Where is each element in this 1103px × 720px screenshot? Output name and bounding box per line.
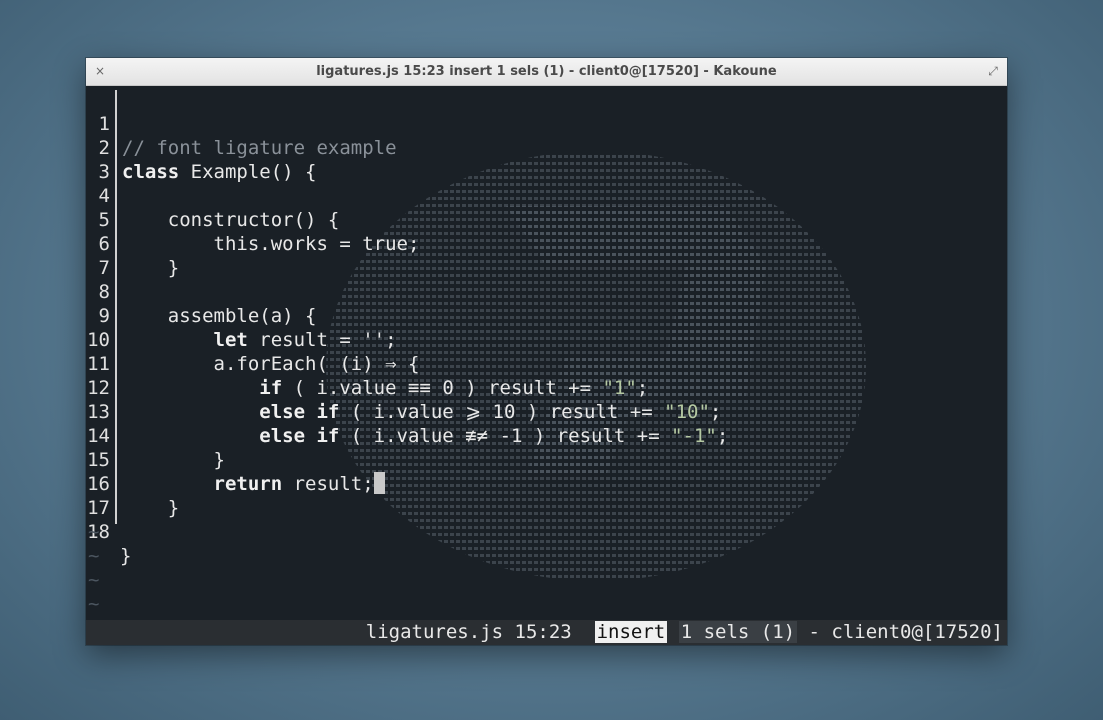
kakoune-window: × ligatures.js 15:23 insert 1 sels (1) -… xyxy=(86,58,1007,645)
code-text: a.forEach( (i) ⇒ { xyxy=(122,353,420,375)
maximize-icon[interactable]: ⤢ xyxy=(985,63,1001,79)
code-text: ; xyxy=(716,425,729,447)
code-text: ; xyxy=(636,377,649,399)
code-text: ( i.value ≡≡ 0 ) result += xyxy=(282,377,603,399)
code-keyword: else if xyxy=(259,401,340,423)
code-text: Example() { xyxy=(179,161,317,183)
editor-buffer[interactable]: 1 // font ligature example 2 class Examp… xyxy=(86,86,1007,620)
code-text: ; xyxy=(709,401,722,423)
empty-line-marker: ~ xyxy=(88,593,100,615)
code-line: 3 xyxy=(86,136,155,183)
code-line: 10 a.forEach( (i) ⇒ { xyxy=(86,304,419,375)
code-text: this.works = true; xyxy=(122,233,420,255)
status-mode-badge: insert xyxy=(594,621,668,643)
code-string: "-1" xyxy=(671,425,717,447)
window-title: ligatures.js 15:23 insert 1 sels (1) - c… xyxy=(316,64,777,79)
title-bar[interactable]: × ligatures.js 15:23 insert 1 sels (1) -… xyxy=(86,58,1007,86)
code-text: result; xyxy=(282,473,374,495)
code-line: 4 constructor() { xyxy=(86,160,340,231)
code-keyword: else if xyxy=(259,425,340,447)
code-text: ( i.value ≢≠ -1 ) result += xyxy=(339,425,672,447)
code-line: 14 } xyxy=(86,400,225,471)
code-line: 6 } xyxy=(86,208,180,279)
empty-line-marker: ~ xyxy=(88,569,100,591)
code-line: 17 xyxy=(86,472,155,519)
code-keyword: return xyxy=(213,473,283,495)
status-cursor-position: 15:23 xyxy=(514,621,572,643)
code-line: 12 else if ( i.value ⩾ 10 ) result += "1… xyxy=(86,352,721,423)
code-string: "1" xyxy=(602,377,637,399)
code-text: } xyxy=(120,545,132,567)
code-line: 1 // font ligature example xyxy=(86,88,397,159)
code-line: 5 this.works = true; xyxy=(86,184,420,255)
code-line: 8 assemble(a) { xyxy=(86,256,317,327)
status-client: - client0@[17520] xyxy=(808,621,1003,643)
text-cursor xyxy=(373,472,385,494)
code-line: 13 else if ( i.value ≢≠ -1 ) result += "… xyxy=(86,376,728,447)
code-text: ( i.value ⩾ 10 ) result += xyxy=(339,401,665,423)
code-text: result = ''; xyxy=(247,329,397,351)
status-filename: ligatures.js xyxy=(365,621,504,643)
status-selections: 1 sels (1) xyxy=(678,621,798,643)
code-keyword: let xyxy=(213,329,248,351)
code-string: "10" xyxy=(664,401,710,423)
status-bar: ligatures.js 15:23 insert 1 sels (1) - c… xyxy=(86,620,1007,645)
code-keyword: if xyxy=(259,377,283,399)
code-line: 15 return result; xyxy=(86,424,385,495)
code-line: 11 if ( i.value ≡≡ 0 ) result += "1"; xyxy=(86,328,648,399)
empty-line-marker: ~ xyxy=(88,521,100,543)
code-line: 16 } xyxy=(86,448,179,519)
code-line: 18 } xyxy=(86,496,155,567)
code-line: 9 let result = ''; xyxy=(86,280,397,351)
code-line: 2 class Example() { xyxy=(86,112,317,183)
code-line: 7 xyxy=(86,232,155,279)
empty-line-marker: ~ xyxy=(88,545,100,567)
code-comment: // font ligature example xyxy=(122,137,397,159)
